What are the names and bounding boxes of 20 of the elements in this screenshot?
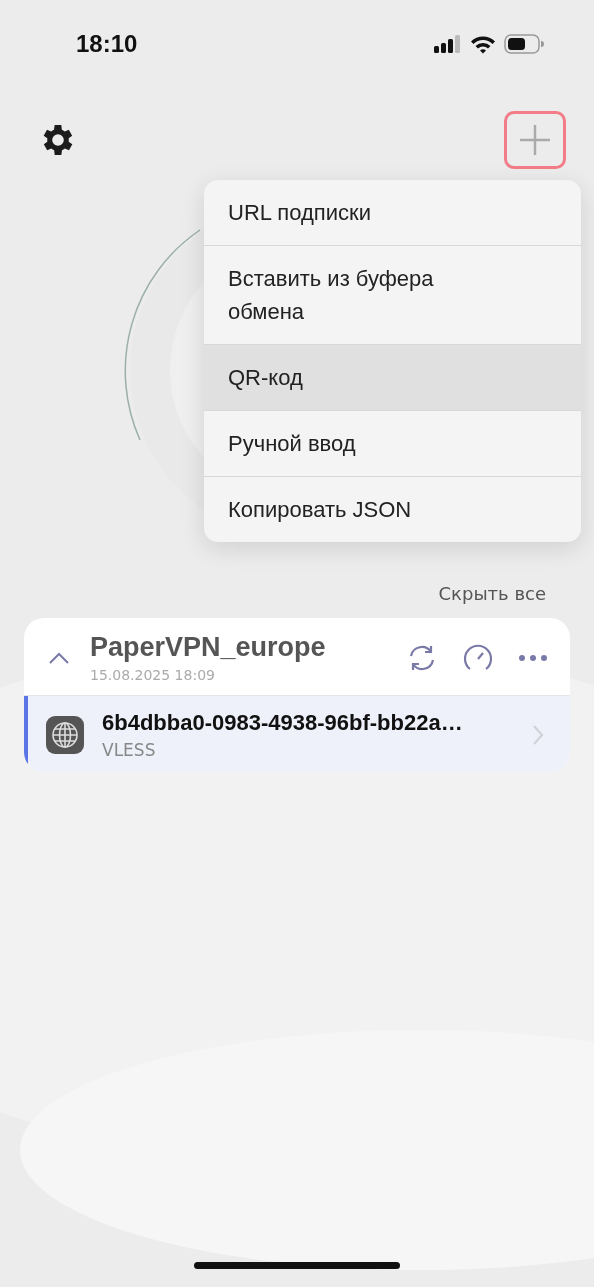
server-name: 6b4dbba0-0983-4938-96bf-bb22a…: [102, 710, 464, 736]
add-button[interactable]: [504, 111, 566, 169]
more-icon[interactable]: [518, 653, 548, 662]
server-protocol: VLESS: [102, 740, 157, 760]
chevron-right-icon: [532, 724, 544, 746]
group-date: 15.08.2025 18:09: [90, 667, 216, 683]
group-name: PaperVPN_europe: [90, 632, 327, 663]
globe-icon: [46, 716, 84, 754]
chevron-up-icon[interactable]: [48, 650, 70, 665]
menu-item[interactable]: QR-код: [204, 344, 581, 410]
server-row[interactable]: 6b4dbba0-0983-4938-96bf-bb22a… VLESS: [24, 696, 570, 772]
signal-icon: [434, 35, 462, 53]
status-time: 18:10: [76, 30, 138, 58]
menu-item[interactable]: Ручной ввод: [204, 410, 581, 476]
menu-item[interactable]: URL подписки: [204, 180, 581, 245]
menu-item[interactable]: Копировать JSON: [204, 476, 581, 542]
battery-icon: [504, 34, 544, 54]
hide-all-link[interactable]: Скрыть все: [438, 583, 546, 604]
plus-icon: [517, 122, 553, 158]
wifi-icon: [470, 34, 496, 54]
